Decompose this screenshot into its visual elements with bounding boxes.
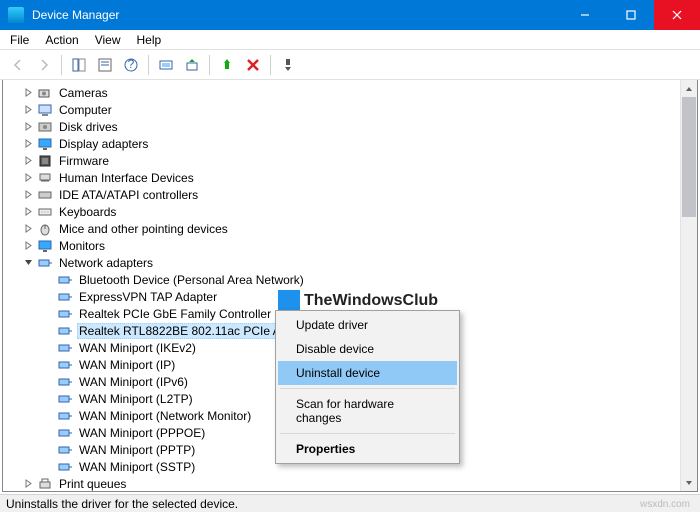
- menu-action[interactable]: Action: [37, 31, 86, 49]
- context-disable-device[interactable]: Disable device: [278, 337, 457, 361]
- adapter-icon: [57, 289, 73, 305]
- toolbar-separator: [270, 55, 271, 75]
- context-update-driver[interactable]: Update driver: [278, 313, 457, 337]
- titlebar: Device Manager: [0, 0, 700, 30]
- properties-button[interactable]: [93, 53, 117, 77]
- menu-view[interactable]: View: [87, 31, 129, 49]
- mouse-icon: [37, 221, 53, 237]
- adapter-icon: [57, 306, 73, 322]
- adapter-icon: [57, 391, 73, 407]
- context-scan-hardware[interactable]: Scan for hardware changes: [278, 392, 457, 430]
- show-hide-tree-button[interactable]: [67, 53, 91, 77]
- tree-item-evpn[interactable]: ExpressVPN TAP Adapter: [3, 288, 697, 305]
- keyboard-icon: [37, 204, 53, 220]
- tree-item-monitors[interactable]: Monitors: [3, 237, 697, 254]
- menu-help[interactable]: Help: [129, 31, 170, 49]
- back-button[interactable]: [6, 53, 30, 77]
- forward-button[interactable]: [32, 53, 56, 77]
- adapter-icon: [57, 340, 73, 356]
- disable-button[interactable]: [276, 53, 300, 77]
- tree-item-hid[interactable]: Human Interface Devices: [3, 169, 697, 186]
- window-title: Device Manager: [32, 8, 562, 22]
- adapter-icon: [57, 272, 73, 288]
- camera-icon: [37, 85, 53, 101]
- close-button[interactable]: [654, 0, 700, 30]
- menubar: File Action View Help: [0, 30, 700, 50]
- tree-item-print[interactable]: Print queues: [3, 475, 697, 492]
- tree-item-ide[interactable]: IDE ATA/ATAPI controllers: [3, 186, 697, 203]
- toolbar-separator: [148, 55, 149, 75]
- tree-item-cameras[interactable]: Cameras: [3, 84, 697, 101]
- ide-icon: [37, 187, 53, 203]
- tree-item-network[interactable]: Network adapters: [3, 254, 697, 271]
- monitor-icon: [37, 238, 53, 254]
- disk-icon: [37, 119, 53, 135]
- adapter-icon: [57, 459, 73, 475]
- toolbar-separator: [209, 55, 210, 75]
- scroll-down-arrow[interactable]: [681, 474, 697, 491]
- enable-button[interactable]: [215, 53, 239, 77]
- svg-text:?: ?: [128, 57, 135, 71]
- adapter-icon: [57, 442, 73, 458]
- toolbar-separator: [61, 55, 62, 75]
- adapter-icon: [57, 374, 73, 390]
- context-uninstall-device[interactable]: Uninstall device: [278, 361, 457, 385]
- maximize-button[interactable]: [608, 0, 654, 30]
- vertical-scrollbar[interactable]: [680, 80, 697, 491]
- adapter-icon: [57, 408, 73, 424]
- context-separator: [280, 388, 455, 389]
- firmware-icon: [37, 153, 53, 169]
- tree-item-bt[interactable]: Bluetooth Device (Personal Area Network): [3, 271, 697, 288]
- statusbar: Uninstalls the driver for the selected d…: [0, 494, 700, 512]
- adapter-icon: [57, 323, 73, 339]
- scroll-up-arrow[interactable]: [681, 80, 697, 97]
- tree-item-firmware[interactable]: Firmware: [3, 152, 697, 169]
- scan-hardware-button[interactable]: [154, 53, 178, 77]
- scroll-thumb[interactable]: [682, 97, 696, 217]
- context-menu: Update driver Disable device Uninstall d…: [275, 310, 460, 464]
- tree-item-display[interactable]: Display adapters: [3, 135, 697, 152]
- uninstall-button[interactable]: [241, 53, 265, 77]
- context-separator: [280, 433, 455, 434]
- status-text: Uninstalls the driver for the selected d…: [6, 497, 238, 511]
- adapter-icon: [57, 357, 73, 373]
- printer-icon: [37, 476, 53, 492]
- menu-file[interactable]: File: [2, 31, 37, 49]
- context-properties[interactable]: Properties: [278, 437, 457, 461]
- update-driver-button[interactable]: [180, 53, 204, 77]
- adapter-icon: [57, 425, 73, 441]
- tree-item-disk[interactable]: Disk drives: [3, 118, 697, 135]
- computer-icon: [37, 102, 53, 118]
- tree-item-keyboards[interactable]: Keyboards: [3, 203, 697, 220]
- display-icon: [37, 136, 53, 152]
- tree-item-mice[interactable]: Mice and other pointing devices: [3, 220, 697, 237]
- toolbar: ?: [0, 50, 700, 80]
- site-watermark: wsxdn.com: [640, 499, 690, 510]
- app-icon: [8, 7, 24, 23]
- help-button[interactable]: ?: [119, 53, 143, 77]
- tree-item-computer[interactable]: Computer: [3, 101, 697, 118]
- hid-icon: [37, 170, 53, 186]
- minimize-button[interactable]: [562, 0, 608, 30]
- network-icon: [37, 255, 53, 271]
